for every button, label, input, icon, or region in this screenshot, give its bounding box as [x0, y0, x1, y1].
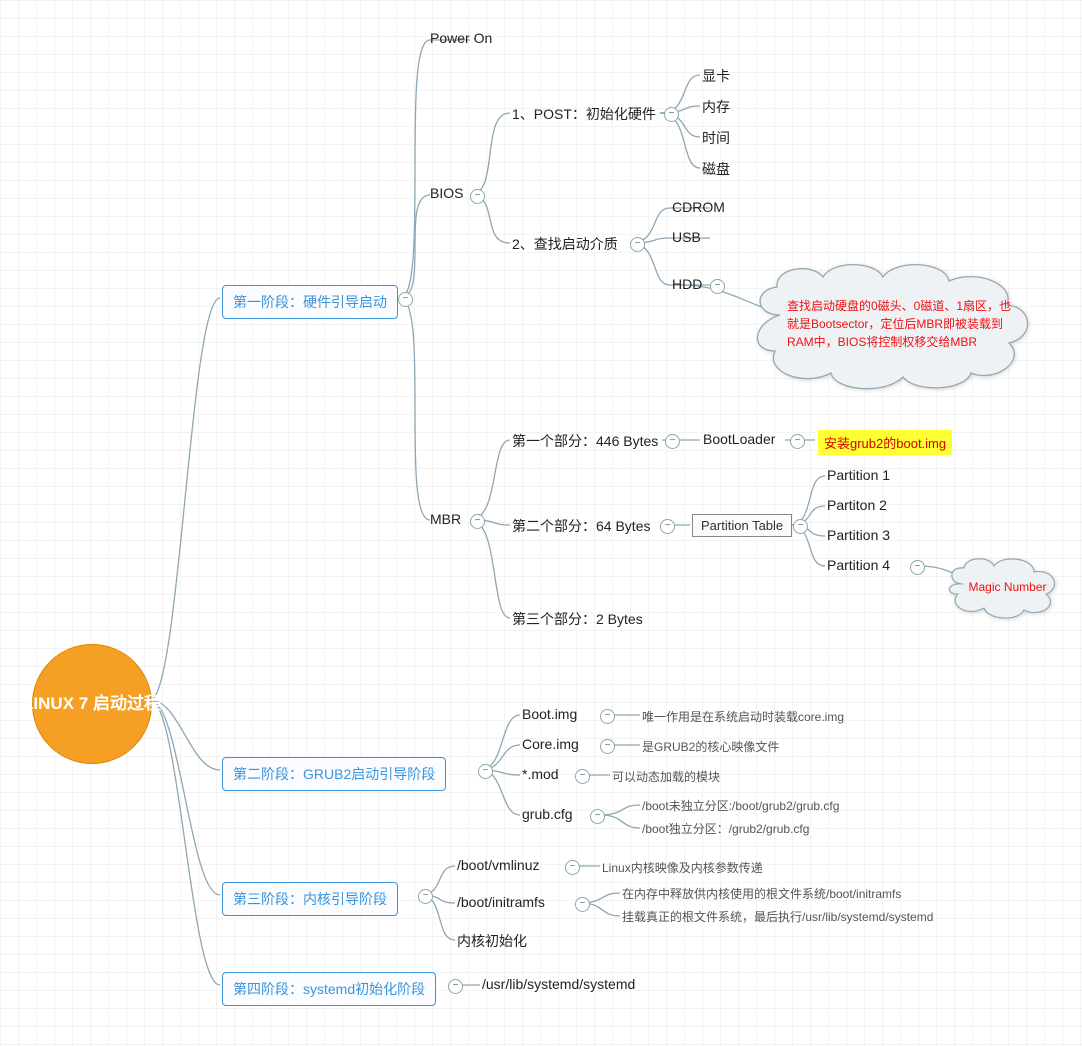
node-partition[interactable]: Partiton 2: [827, 497, 887, 513]
desc-initramfs-1: 在内存中释放供内核使用的根文件系统/boot/initramfs: [622, 885, 901, 902]
node-post-item[interactable]: 内存: [702, 97, 730, 117]
node-bios[interactable]: BIOS: [430, 185, 463, 201]
desc-grub-cfg-1: /boot未独立分区:/boot/grub2/grub.cfg: [642, 797, 839, 814]
toggle-icon[interactable]: −: [575, 769, 590, 784]
node-media-cdrom[interactable]: CDROM: [672, 199, 725, 215]
node-post-item[interactable]: 磁盘: [702, 159, 730, 179]
desc-mod: 可以动态加载的模块: [612, 768, 720, 785]
stage-1[interactable]: 第一阶段：硬件引导启动: [222, 285, 398, 319]
toggle-icon[interactable]: −: [630, 237, 645, 252]
toggle-icon[interactable]: −: [790, 434, 805, 449]
root-label: LINUX 7 启动过程: [23, 692, 161, 716]
stage-2[interactable]: 第二阶段：GRUB2启动引导阶段: [222, 757, 446, 791]
cloud-hdd-note: 查找启动硬盘的0磁头、0磁道、1扇区，也就是Bootsector，定位后MBR即…: [735, 255, 1045, 395]
stage-4[interactable]: 第四阶段：systemd初始化阶段: [222, 972, 436, 1006]
node-post-item[interactable]: 显卡: [702, 66, 730, 86]
node-media-usb[interactable]: USB: [672, 229, 701, 245]
node-vmlinuz[interactable]: /boot/vmlinuz: [457, 857, 539, 873]
toggle-icon[interactable]: −: [448, 979, 463, 994]
toggle-icon[interactable]: −: [418, 889, 433, 904]
node-mbr[interactable]: MBR: [430, 511, 461, 527]
cloud-magic-number: Magic Number: [938, 552, 1068, 622]
toggle-icon[interactable]: −: [565, 860, 580, 875]
node-grub-cfg[interactable]: grub.cfg: [522, 806, 573, 822]
cloud-hdd-text: 查找启动硬盘的0磁头、0磁道、1扇区，也就是Bootsector，定位后MBR即…: [787, 297, 1012, 351]
toggle-icon[interactable]: −: [793, 519, 808, 534]
stage-2-label: 第二阶段：GRUB2启动引导阶段: [233, 766, 435, 782]
node-mbr-p3[interactable]: 第三个部分：2 Bytes: [512, 609, 643, 629]
node-initramfs[interactable]: /boot/initramfs: [457, 894, 545, 910]
cloud-magic-text: Magic Number: [960, 578, 1055, 596]
node-partition-table[interactable]: Partition Table: [692, 514, 792, 537]
desc-vmlinuz: Linux内核映像及内核参数传递: [602, 859, 763, 876]
desc-boot-img: 唯一作用是在系统启动时装载core.img: [642, 708, 844, 725]
stage-1-label: 第一阶段：硬件引导启动: [233, 294, 387, 310]
toggle-icon[interactable]: −: [470, 189, 485, 204]
node-partition[interactable]: Partition 4: [827, 557, 890, 573]
toggle-icon[interactable]: −: [590, 809, 605, 824]
toggle-icon[interactable]: −: [575, 897, 590, 912]
stage-3[interactable]: 第三阶段：内核引导阶段: [222, 882, 398, 916]
node-bootloader[interactable]: BootLoader: [703, 431, 775, 447]
toggle-icon[interactable]: −: [665, 434, 680, 449]
stage-3-label: 第三阶段：内核引导阶段: [233, 891, 387, 907]
desc-initramfs-2: 挂载真正的根文件系统，最后执行/usr/lib/systemd/systemd: [622, 908, 933, 925]
toggle-icon[interactable]: −: [600, 709, 615, 724]
node-power-on[interactable]: Power On: [430, 30, 492, 46]
toggle-icon[interactable]: −: [470, 514, 485, 529]
node-mod[interactable]: *.mod: [522, 766, 559, 782]
toggle-icon[interactable]: −: [398, 292, 413, 307]
toggle-icon[interactable]: −: [910, 560, 925, 575]
root-node[interactable]: LINUX 7 启动过程: [32, 644, 152, 764]
node-partition[interactable]: Partition 1: [827, 467, 890, 483]
toggle-icon[interactable]: −: [664, 107, 679, 122]
node-media-hdd[interactable]: HDD: [672, 276, 702, 292]
node-core-img[interactable]: Core.img: [522, 736, 579, 752]
desc-grub-cfg-2: /boot独立分区：/grub2/grub.cfg: [642, 820, 809, 837]
highlight-boot-img: 安装grub2的boot.img: [818, 430, 952, 455]
node-boot-media[interactable]: 2、查找启动介质: [512, 234, 618, 254]
node-kernel-init[interactable]: 内核初始化: [457, 931, 527, 951]
node-mbr-p1[interactable]: 第一个部分：446 Bytes: [512, 431, 658, 451]
node-boot-img[interactable]: Boot.img: [522, 706, 577, 722]
toggle-icon[interactable]: −: [660, 519, 675, 534]
node-systemd-path[interactable]: /usr/lib/systemd/systemd: [482, 976, 635, 992]
stage-4-label: 第四阶段：systemd初始化阶段: [233, 981, 425, 997]
toggle-icon[interactable]: −: [710, 279, 725, 294]
toggle-icon[interactable]: −: [600, 739, 615, 754]
node-post-item[interactable]: 时间: [702, 128, 730, 148]
node-post[interactable]: 1、POST：初始化硬件: [512, 104, 656, 124]
toggle-icon[interactable]: −: [478, 764, 493, 779]
desc-core-img: 是GRUB2的核心映像文件: [642, 738, 779, 755]
node-mbr-p2[interactable]: 第二个部分：64 Bytes: [512, 516, 650, 536]
node-partition[interactable]: Partition 3: [827, 527, 890, 543]
